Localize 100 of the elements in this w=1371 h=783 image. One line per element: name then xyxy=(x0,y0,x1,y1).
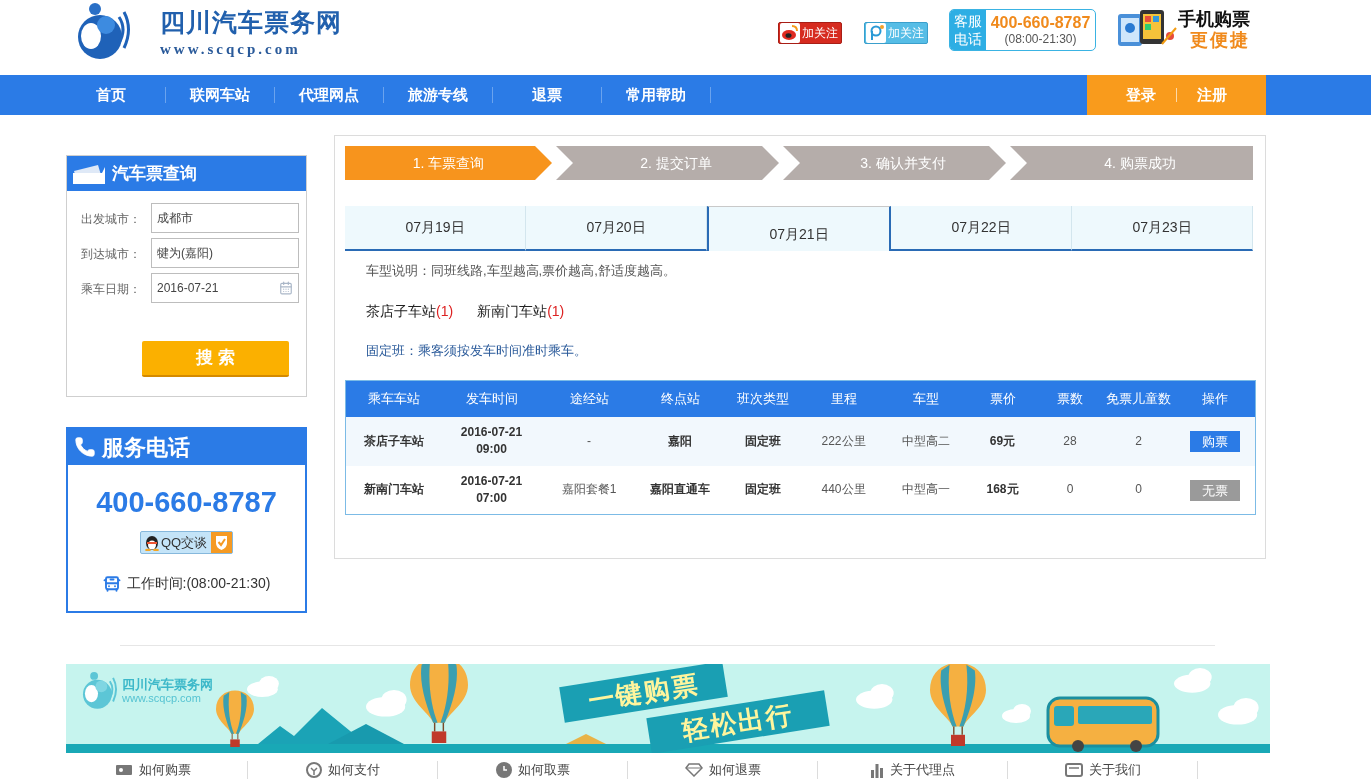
date-tab[interactable]: 07月23日 xyxy=(1072,206,1253,251)
calendar-icon xyxy=(279,281,293,295)
table-cell: 中型高二 xyxy=(884,416,968,466)
column-header: 里程 xyxy=(802,380,885,417)
table-cell: - xyxy=(541,416,637,466)
ticket-icon xyxy=(114,763,133,777)
table-cell: 69元 xyxy=(967,416,1038,466)
nav-link[interactable]: 首页 xyxy=(57,75,165,115)
input-field[interactable]: 成都市 xyxy=(151,203,299,233)
nav-link[interactable]: 常用帮助 xyxy=(602,75,710,115)
nav-link[interactable]: 代理网点 xyxy=(275,75,383,115)
site-url: www.scqcp.com xyxy=(160,40,302,58)
table-cell: 2016-07-21 07:00 xyxy=(441,465,542,515)
footer-link[interactable]: 关于代理点 xyxy=(870,762,955,778)
table-cell: 中型高一 xyxy=(884,465,968,515)
date-tab[interactable]: 07月20日 xyxy=(526,206,707,251)
table-cell: 固定班 xyxy=(723,465,803,515)
table-cell: 嘉阳套餐1 xyxy=(541,465,637,515)
station-filter-link[interactable]: 新南门车站(1) xyxy=(477,300,565,322)
bus-icon xyxy=(102,573,121,594)
schedule-note: 固定班：乘客须按发车时间准时乘车。 xyxy=(366,342,587,361)
station-filter-link[interactable]: 茶店子车站(1) xyxy=(366,300,454,322)
bus-type-note: 车型说明：同班线路,车型越高,票价越高,舒适度越高。 xyxy=(366,262,676,281)
column-header: 乘车车站 xyxy=(345,380,442,417)
date-field[interactable]: 2016-07-21 xyxy=(151,273,299,303)
table-cell: 28 xyxy=(1037,416,1103,466)
field-label: 到达城市： xyxy=(81,247,141,261)
shield-check-icon xyxy=(211,532,233,553)
table-cell: 2016-07-21 09:00 xyxy=(441,416,542,466)
hotline-label: 客服 xyxy=(954,12,982,30)
column-header: 票价 xyxy=(967,380,1038,417)
diamond-icon xyxy=(684,763,703,777)
banner-logo-title: 四川汽车票务网 xyxy=(122,677,213,692)
table-cell: 新南门车站 xyxy=(345,465,442,515)
field-label: 乘车日期： xyxy=(81,282,141,296)
footer-link[interactable]: 如何退票 xyxy=(684,762,761,778)
hot-air-balloon-drawing xyxy=(216,690,254,747)
buy-ticket-button[interactable]: 购票 xyxy=(1189,431,1240,453)
date-tab[interactable]: 07月19日 xyxy=(345,206,526,251)
clock-icon xyxy=(495,762,512,778)
mobile-promo-subtitle: 更便捷 xyxy=(1190,30,1250,50)
banner-logo-url: www.scqcp.com xyxy=(122,692,202,705)
panel-title: 汽车票查询 xyxy=(112,162,197,185)
qq-chat-button[interactable]: QQ交谈 xyxy=(139,531,234,554)
cloud-drawing xyxy=(1002,704,1031,723)
table-cell: 嘉阳 xyxy=(636,416,724,466)
column-header: 发车时间 xyxy=(441,380,542,417)
table-cell: 2 xyxy=(1102,416,1175,466)
footer-link[interactable]: 如何购票 xyxy=(114,762,191,778)
table-cell: 222公里 xyxy=(802,416,885,466)
bar-chart-icon xyxy=(870,762,884,778)
service-phone-number: 400-660-8787 xyxy=(96,485,277,520)
phone-icon xyxy=(74,434,96,460)
column-header: 操作 xyxy=(1174,380,1256,417)
column-header: 终点站 xyxy=(636,380,724,417)
ticket-icon xyxy=(72,162,105,185)
table-cell: 茶店子车站 xyxy=(345,416,442,466)
column-header: 票数 xyxy=(1037,380,1103,417)
hill-drawing xyxy=(566,734,606,744)
progress-step: 3. 确认并支付 xyxy=(783,146,1006,180)
table-cell: 440公里 xyxy=(802,465,885,515)
column-header: 车型 xyxy=(884,380,968,417)
logo-icon xyxy=(75,3,133,61)
penguin-icon xyxy=(144,534,159,551)
date-tab[interactable]: 07月22日 xyxy=(891,206,1072,251)
column-header: 班次类型 xyxy=(723,380,803,417)
progress-step: 2. 提交订单 xyxy=(556,146,779,180)
hotline-number: 400-660-8787 xyxy=(990,13,1091,32)
date-tab[interactable]: 07月21日 xyxy=(707,206,891,251)
table-cell: 0 xyxy=(1102,465,1175,515)
site-title: 四川汽车票务网 xyxy=(160,7,342,38)
cloud-drawing xyxy=(366,690,407,717)
footer-link[interactable]: 如何取票 xyxy=(495,762,570,778)
follow-button[interactable]: 加关注 xyxy=(778,22,842,44)
nav-link[interactable]: 联网车站 xyxy=(166,75,274,115)
working-hours: 工作时间:(08:00-21:30) xyxy=(126,574,271,593)
progress-step: 1. 车票查询 xyxy=(345,146,552,180)
input-field[interactable]: 犍为(嘉阳) xyxy=(151,238,299,268)
cloud-drawing xyxy=(856,684,894,709)
footer-link[interactable]: 关于我们 xyxy=(1064,762,1141,778)
column-header: 免票儿童数 xyxy=(1102,380,1175,417)
coin-icon xyxy=(305,762,322,778)
nav-link[interactable]: 退票 xyxy=(493,75,601,115)
hotline-hours: (08:00-21:30) xyxy=(1004,32,1077,47)
nav-link[interactable]: 旅游专线 xyxy=(384,75,492,115)
hotline-label: 电话 xyxy=(954,30,982,48)
tencent-weibo-logo-icon xyxy=(866,23,886,43)
mobile-promo-title: 手机购票 xyxy=(1178,8,1250,30)
footer-link[interactable]: 如何支付 xyxy=(305,762,380,778)
table-cell: 嘉阳直通车 xyxy=(636,465,724,515)
table-cell: 固定班 xyxy=(723,416,803,466)
cloud-drawing xyxy=(247,676,279,697)
cloud-drawing xyxy=(1218,698,1259,725)
table-cell: 0 xyxy=(1037,465,1103,515)
progress-step: 4. 购票成功 xyxy=(1010,146,1253,180)
panel-title: 服务电话 xyxy=(102,433,190,462)
field-label: 出发城市： xyxy=(81,212,141,226)
card-icon xyxy=(1064,763,1083,777)
logo-icon xyxy=(80,672,120,710)
cloud-drawing xyxy=(1174,668,1212,693)
